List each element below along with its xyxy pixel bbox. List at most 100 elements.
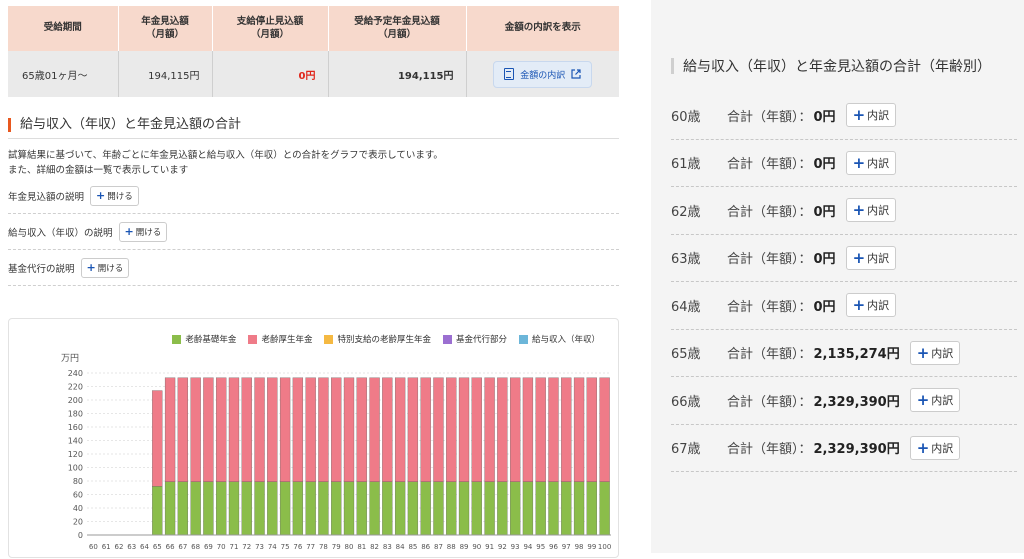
- bar-segment[interactable]: [241, 481, 252, 536]
- bar-segment[interactable]: [152, 486, 163, 536]
- bar-segment[interactable]: [599, 481, 610, 536]
- bar-segment[interactable]: [471, 481, 482, 536]
- bar-segment[interactable]: [190, 377, 201, 482]
- y-tick-label: 140: [68, 437, 83, 446]
- bar-segment[interactable]: [382, 481, 393, 536]
- bar-segment[interactable]: [458, 481, 470, 536]
- x-tick-label: 99: [587, 543, 596, 551]
- open-button[interactable]: + 開ける: [118, 221, 168, 242]
- bar-segment[interactable]: [433, 481, 444, 536]
- bar-segment[interactable]: [420, 481, 431, 536]
- bar-segment[interactable]: [343, 481, 355, 536]
- bar-segment[interactable]: [216, 481, 227, 536]
- bar-segment[interactable]: [548, 377, 559, 482]
- bar-segment[interactable]: [420, 377, 431, 482]
- breakdown-button[interactable]: + 内訳: [909, 435, 961, 460]
- bar-segment[interactable]: [164, 377, 176, 482]
- bar-segment[interactable]: [510, 377, 521, 482]
- bar-segment[interactable]: [241, 377, 252, 482]
- bar-segment[interactable]: [586, 377, 597, 482]
- bar-segment[interactable]: [535, 377, 546, 482]
- bar-segment[interactable]: [356, 481, 367, 536]
- bar-segment[interactable]: [343, 377, 355, 482]
- bar-segment[interactable]: [177, 481, 188, 536]
- breakdown-button-label: 内訳: [867, 204, 890, 218]
- bar-segment[interactable]: [228, 481, 240, 536]
- breakdown-button[interactable]: + 内訳: [909, 388, 961, 413]
- bar-segment[interactable]: [190, 481, 201, 536]
- plus-icon: +: [852, 248, 866, 267]
- breakdown-button[interactable]: + 内訳: [845, 198, 897, 223]
- bar-segment[interactable]: [433, 377, 444, 482]
- bar-segment[interactable]: [535, 481, 546, 536]
- bar-segment[interactable]: [394, 377, 406, 482]
- header-period: 受給期間: [8, 6, 119, 51]
- detail-button[interactable]: 金額の内訳: [493, 60, 593, 88]
- bar-segment[interactable]: [331, 377, 342, 482]
- open-button[interactable]: + 開ける: [80, 257, 130, 278]
- bar-segment[interactable]: [497, 481, 508, 536]
- bar-segment[interactable]: [471, 377, 482, 482]
- age-row: 64歳 合計（年額）： 0円 + 内訳: [671, 282, 1017, 330]
- bar-segment[interactable]: [292, 481, 304, 536]
- bar-segment[interactable]: [318, 377, 329, 482]
- bar-segment[interactable]: [484, 481, 495, 536]
- bar-segment[interactable]: [331, 481, 342, 536]
- plus-icon: +: [916, 343, 930, 362]
- breakdown-button-label: 内訳: [867, 299, 890, 313]
- bar-segment[interactable]: [446, 377, 457, 482]
- bar-segment[interactable]: [254, 481, 265, 536]
- bar-segment[interactable]: [216, 377, 227, 482]
- bar-segment[interactable]: [561, 481, 572, 536]
- table-row: 65歳01ヶ月～ 194,115円 0円 194,115円 金額の内訳: [8, 51, 619, 97]
- breakdown-button-label: 内訳: [931, 441, 954, 455]
- bar-segment[interactable]: [177, 377, 188, 482]
- bar-segment[interactable]: [407, 481, 419, 536]
- breakdown-button[interactable]: + 内訳: [845, 293, 897, 318]
- x-tick-label: 75: [281, 543, 290, 551]
- bar-segment[interactable]: [446, 481, 457, 536]
- bar-segment[interactable]: [573, 481, 585, 536]
- bar-segment[interactable]: [356, 377, 367, 482]
- bar-segment[interactable]: [561, 377, 572, 482]
- bar-segment[interactable]: [305, 377, 316, 482]
- detail-cell: 金額の内訳: [466, 51, 619, 97]
- external-link-icon: [571, 69, 581, 79]
- bar-segment[interactable]: [382, 377, 393, 482]
- breakdown-button[interactable]: + 内訳: [909, 340, 961, 365]
- bar-segment[interactable]: [522, 481, 534, 536]
- bar-segment[interactable]: [484, 377, 495, 482]
- bar-segment[interactable]: [586, 481, 597, 536]
- bar-segment[interactable]: [279, 377, 291, 482]
- x-tick-label: 98: [575, 543, 584, 551]
- bar-segment[interactable]: [522, 377, 534, 482]
- bar-segment[interactable]: [369, 481, 380, 536]
- bar-segment[interactable]: [279, 481, 291, 536]
- bar-segment[interactable]: [407, 377, 419, 482]
- bar-segment[interactable]: [599, 377, 610, 482]
- bar-segment[interactable]: [228, 377, 240, 482]
- bar-segment[interactable]: [510, 481, 521, 536]
- bar-segment[interactable]: [394, 481, 406, 536]
- bar-segment[interactable]: [152, 390, 163, 487]
- open-button[interactable]: + 開ける: [90, 185, 139, 206]
- breakdown-button[interactable]: + 内訳: [845, 103, 897, 128]
- bar-segment[interactable]: [203, 377, 214, 482]
- sum-value: 0円: [813, 109, 836, 125]
- breakdown-button[interactable]: + 内訳: [845, 245, 897, 270]
- bar-segment[interactable]: [573, 377, 585, 482]
- bar-segment[interactable]: [497, 377, 508, 482]
- bar-segment[interactable]: [254, 377, 265, 482]
- bar-segment[interactable]: [203, 481, 214, 536]
- bar-segment[interactable]: [164, 481, 176, 536]
- bar-segment[interactable]: [292, 377, 304, 482]
- bar-segment[interactable]: [305, 481, 316, 536]
- bar-segment[interactable]: [267, 481, 278, 536]
- bar-segment[interactable]: [318, 481, 329, 536]
- bar-segment[interactable]: [548, 481, 559, 536]
- breakdown-button[interactable]: + 内訳: [845, 150, 897, 175]
- bar-segment[interactable]: [369, 377, 380, 482]
- bar-segment[interactable]: [458, 377, 470, 482]
- bar-segment[interactable]: [267, 377, 278, 482]
- x-tick-label: 64: [140, 543, 149, 551]
